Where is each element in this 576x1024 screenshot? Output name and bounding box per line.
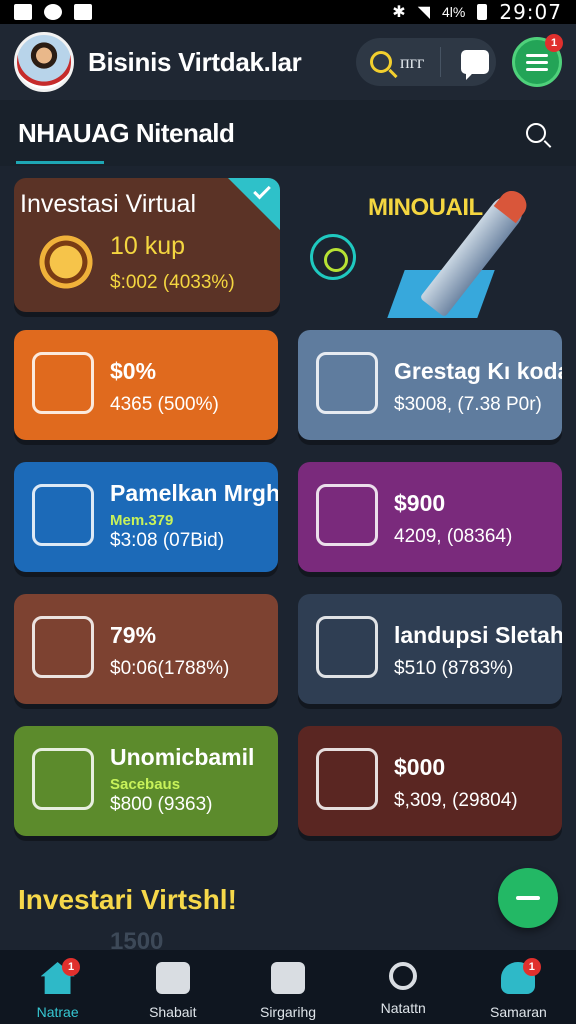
- search-icon: [370, 51, 392, 73]
- document-money-icon: [32, 616, 94, 678]
- status-left: [14, 4, 92, 20]
- nav-label: Natrae: [36, 1004, 79, 1020]
- magnifier-icon[interactable]: [526, 123, 546, 143]
- app-title: Bisinis Virtdak.lar: [88, 46, 302, 77]
- battery-icon: [477, 4, 488, 20]
- featured-investment-card[interactable]: Investasi Virtual 10 kup $:002 (4033%): [14, 178, 280, 312]
- card-title: $900: [394, 490, 446, 516]
- featured-card-value: 10 kup: [110, 232, 186, 260]
- menu-line: [526, 53, 548, 57]
- nav-label: Samaran: [490, 1004, 547, 1020]
- investment-card[interactable]: Grestag Kı koda $3008, (7.38 P0r): [298, 330, 562, 440]
- nav-label: Sirgarihg: [259, 1004, 317, 1020]
- status-right: ✱ ◥ 4l% 29:07: [392, 0, 562, 24]
- hero-label: MINOUAIL: [368, 194, 483, 221]
- investment-card[interactable]: $000 $,309, (29804): [298, 726, 562, 836]
- money-hand-icon: [316, 352, 378, 414]
- card-title: 79%: [110, 622, 157, 648]
- card-title: $0%: [110, 358, 157, 384]
- corner-tag: [228, 178, 280, 230]
- card-subtitle: $,309, (29804): [394, 790, 518, 811]
- footer-heading: Investari Virtshl!: [18, 884, 237, 915]
- section-title[interactable]: NHAUAG Nitenald: [18, 118, 526, 149]
- card-mini-label: Sacebaus: [110, 776, 181, 793]
- card-subtitle: $0:06(1788%): [110, 658, 230, 679]
- menu-badge: 1: [545, 34, 563, 52]
- divider: [440, 47, 442, 77]
- dollar-coin-icon: [36, 232, 96, 292]
- card-title: Unomicbamil: [110, 744, 255, 770]
- card-title: $000: [394, 754, 446, 780]
- chat-icon[interactable]: [461, 50, 490, 80]
- target-icon: [310, 234, 356, 280]
- add-fab-button[interactable]: [498, 868, 558, 928]
- app-header: Bisinis Virtdak.lar пгг 1: [0, 24, 576, 100]
- search-text: пгг: [400, 51, 425, 72]
- card-subtitle: $3:08 (07Bid): [110, 530, 225, 551]
- investment-card[interactable]: 79% $0:06(1788%): [14, 594, 278, 704]
- nav-item[interactable]: Sirgarihg: [230, 950, 345, 1024]
- menu-button[interactable]: 1: [512, 34, 563, 87]
- battery-level: 4l%: [442, 4, 466, 20]
- gallery-icon: [14, 4, 32, 20]
- avatar[interactable]: [14, 32, 74, 92]
- nav-label: Natattn: [380, 1000, 426, 1016]
- tab-underline: [16, 161, 104, 164]
- investment-card[interactable]: landupsi Sletah $510 (8783%): [298, 594, 562, 704]
- nav-item[interactable]: Shabait: [115, 950, 230, 1024]
- featured-card-title: Investasi Virtual: [20, 190, 197, 218]
- plug-icon: [316, 616, 378, 678]
- monitor-chart-icon: [316, 484, 378, 546]
- nav-label: Shabait: [149, 1004, 197, 1020]
- notification-icon: [44, 4, 62, 20]
- investment-card[interactable]: Pamelkan Mrghio Mem.379$3:08 (07Bid): [14, 462, 278, 572]
- investment-card[interactable]: $900 4209, (08364): [298, 462, 562, 572]
- card-subtitle: $3008, (7.38 P0r): [394, 394, 542, 415]
- wifi-icon: ◥: [417, 4, 430, 21]
- status-bar: ✱ ◥ 4l% 29:07: [0, 0, 576, 24]
- card-mini-label: Mem.379: [110, 512, 174, 529]
- bluetooth-icon: ✱: [392, 4, 406, 21]
- nav-badge: 1: [522, 958, 541, 976]
- coin-target-icon: [32, 352, 94, 414]
- menu-line: [526, 67, 548, 71]
- nav-item[interactable]: Natrae 1: [0, 950, 115, 1024]
- card-subtitle: 4209, (08364): [394, 526, 513, 547]
- menu-line: [526, 60, 548, 64]
- card-icon: [271, 962, 305, 994]
- nav-badge: 1: [62, 958, 80, 976]
- nav-item[interactable]: Samaran 1: [461, 950, 576, 1024]
- bag-icon: [155, 962, 190, 994]
- bottom-navigation: Natrae 1 Shabait Sirgarihg Natattn Samaran 1: [0, 950, 576, 1024]
- investment-card[interactable]: Unomicbamil Sacebaus $800 (9363): [14, 726, 278, 836]
- card-subtitle: 4365 (500%): [110, 394, 219, 415]
- user-chart-icon: [32, 484, 94, 546]
- search-pill[interactable]: пгг: [356, 38, 496, 86]
- nav-item[interactable]: Natattn: [346, 950, 461, 1024]
- house-money-icon: [316, 748, 378, 810]
- card-title: Pamelkan Mrghio: [110, 480, 278, 506]
- document-icon: [74, 4, 92, 20]
- section-header: NHAUAG Nitenald: [0, 100, 576, 166]
- search-icon: [389, 962, 418, 990]
- gear-location-icon: [32, 748, 94, 810]
- minus-icon: [516, 896, 540, 900]
- card-title: Grestag Kı koda: [394, 358, 562, 384]
- featured-card-sub: $:002 (4033%): [110, 272, 235, 293]
- hero-banner: MINOUAIL: [296, 178, 562, 318]
- card-subtitle: $800 (9363): [110, 794, 213, 815]
- investment-card[interactable]: $0% 4365 (500%): [14, 330, 278, 440]
- status-time: 29:07: [499, 0, 562, 24]
- card-title: landupsi Sletah: [394, 622, 562, 648]
- card-subtitle: $510 (8783%): [394, 658, 514, 679]
